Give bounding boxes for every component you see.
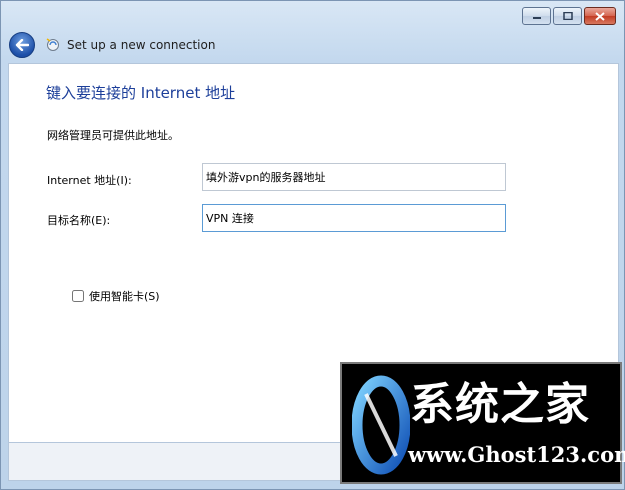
- window-controls: [522, 7, 616, 25]
- watermark-title: 系统之家: [410, 379, 590, 430]
- internet-address-input[interactable]: [202, 163, 506, 191]
- watermark-url: www.Ghost123.com: [408, 442, 625, 467]
- window-title: Set up a new connection: [67, 38, 216, 52]
- maximize-icon: [562, 12, 573, 20]
- back-button[interactable]: [9, 32, 35, 58]
- internet-address-label: Internet 地址(I):: [47, 174, 132, 187]
- close-button[interactable]: [584, 7, 616, 25]
- destination-name-label: 目标名称(E):: [47, 214, 111, 227]
- network-connection-icon: [46, 38, 59, 51]
- page-heading: 键入要连接的 Internet 地址: [46, 84, 236, 102]
- page-description: 网络管理员可提供此地址。: [47, 129, 179, 142]
- close-icon: [595, 11, 605, 21]
- minimize-button[interactable]: [522, 7, 551, 25]
- smart-card-checkbox[interactable]: [72, 290, 84, 302]
- maximize-button[interactable]: [553, 7, 582, 25]
- watermark-logo: 系统之家 www.Ghost123.com: [340, 362, 625, 484]
- minimize-icon: [532, 17, 541, 19]
- title-bar: Set up a new connection: [9, 32, 215, 58]
- back-arrow-icon: [15, 39, 29, 51]
- smart-card-option[interactable]: 使用智能卡(S): [72, 288, 160, 304]
- smart-card-label: 使用智能卡(S): [89, 290, 160, 303]
- destination-name-input[interactable]: [202, 204, 506, 232]
- logo-emblem-icon: [352, 375, 410, 475]
